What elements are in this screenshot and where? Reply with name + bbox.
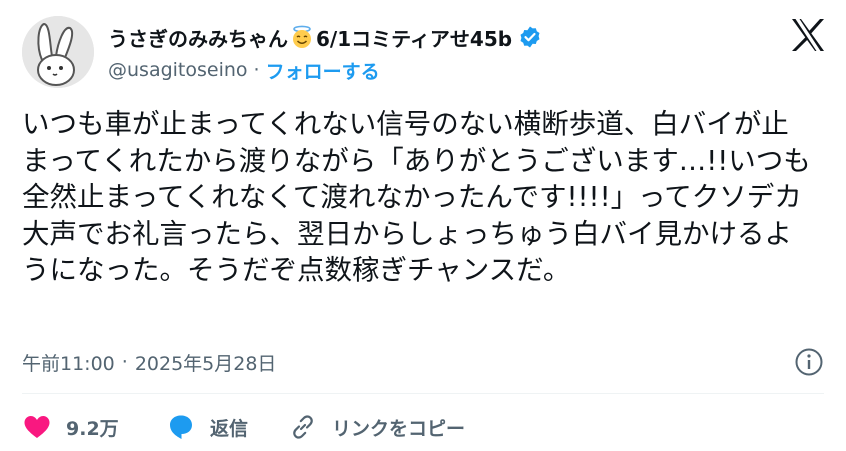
display-name-suffix[interactable]: 6/1コミティアせ45b xyxy=(316,23,512,52)
copy-link-button[interactable]: リンクをコピー xyxy=(288,412,465,442)
avatar[interactable] xyxy=(22,16,94,88)
user-handle[interactable]: @usagitoseino xyxy=(108,59,248,81)
like-count: 9.2万 xyxy=(66,417,119,440)
reply-button[interactable]: 返信 xyxy=(166,412,288,442)
info-icon[interactable] xyxy=(794,347,824,377)
timestamp-row[interactable]: 午前11:00 · 2025年5月28日 xyxy=(22,347,276,377)
tweet-time[interactable]: 午前11:00 xyxy=(22,349,115,376)
handle-separator: · xyxy=(253,59,260,81)
follow-button[interactable]: フォローする xyxy=(266,57,380,84)
tweet-date[interactable]: 2025年5月28日 xyxy=(135,349,277,376)
verified-badge-icon xyxy=(518,25,542,49)
smiling-face-with-halo-icon xyxy=(290,25,314,49)
like-button[interactable]: 9.2万 xyxy=(22,412,166,442)
display-name[interactable]: うさぎのみみちゃん xyxy=(108,23,288,52)
timestamp-separator: · xyxy=(121,351,128,373)
heart-icon xyxy=(24,416,50,438)
author-name-row[interactable]: うさぎのみみちゃん 6/1コミティアせ45b xyxy=(108,22,542,52)
reply-label: 返信 xyxy=(210,417,249,440)
x-logo-icon[interactable] xyxy=(790,18,826,52)
speech-bubble-icon xyxy=(170,415,192,439)
handle-row: @usagitoseino · フォローする xyxy=(108,56,380,84)
divider xyxy=(22,393,824,394)
copy-link-label: リンクをコピー xyxy=(332,417,466,440)
link-icon xyxy=(293,415,313,439)
tweet-text: いつも車が止まってくれない信号のない横断歩道、白バイが止まってくれたから渡りなが… xyxy=(22,108,811,286)
action-bar: 9.2万 返信 リンクをコピー xyxy=(22,408,465,446)
rabbit-drawing-icon xyxy=(22,16,94,88)
